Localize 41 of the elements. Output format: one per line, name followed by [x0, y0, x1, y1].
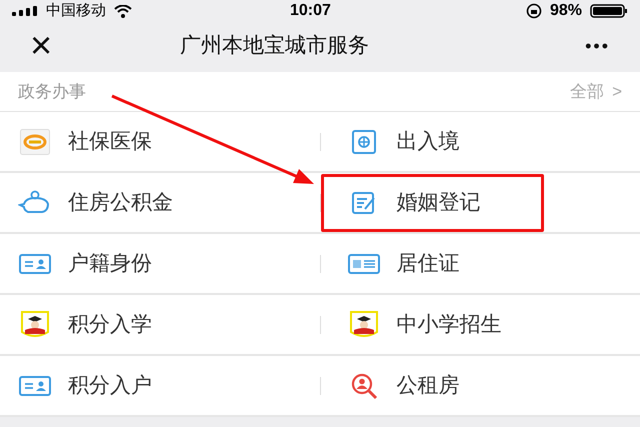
- service-label: 积分入学: [68, 312, 152, 338]
- service-label: 中小学招生: [396, 312, 502, 338]
- service-item[interactable]: 户籍身份: [0, 235, 156, 293]
- page-title: 广州本地宝城市服务: [180, 33, 369, 60]
- coin-logo-icon: [20, 129, 50, 155]
- close-button[interactable]: ×: [30, 27, 52, 65]
- service-item[interactable]: 住房公积金: [0, 174, 177, 232]
- rotation-lock-icon: [526, 3, 542, 19]
- service-item[interactable]: 婚姻登记: [320, 174, 544, 232]
- service-label: 公租房: [396, 373, 460, 400]
- section-title: 政务办事: [18, 80, 86, 103]
- graduate-icon: [348, 310, 378, 340]
- service-label: 社保医保: [68, 129, 152, 156]
- wifi-icon: [114, 4, 132, 18]
- service-label: 积分入户: [68, 373, 152, 400]
- id-card-icon: [19, 253, 51, 275]
- battery-percent: 98%: [550, 1, 582, 21]
- battery-icon: [590, 4, 628, 18]
- service-item[interactable]: 出入境: [320, 113, 464, 171]
- piggy-bank-icon: [18, 190, 52, 216]
- service-item[interactable]: 居住证: [320, 235, 464, 293]
- more-button[interactable]: •••: [585, 32, 610, 60]
- edit-form-icon: [350, 190, 376, 216]
- graduate-icon: [20, 310, 50, 340]
- clock-time: 10:07: [290, 1, 331, 21]
- service-label: 居住证: [396, 251, 460, 278]
- carrier-name: 中国移动: [46, 0, 106, 21]
- person-search-icon: [350, 372, 378, 400]
- signal-icon: [12, 6, 38, 16]
- service-label: 户籍身份: [68, 251, 152, 278]
- service-label: 出入境: [396, 129, 460, 156]
- globe-card-icon: [350, 129, 376, 155]
- service-label: 婚姻登记: [396, 190, 480, 216]
- service-item[interactable]: 公租房: [320, 357, 464, 415]
- id-card-icon: [19, 375, 51, 397]
- service-item[interactable]: 社保医保: [0, 113, 156, 171]
- service-item[interactable]: 积分入户: [0, 357, 156, 415]
- service-label: 住房公积金: [68, 190, 173, 216]
- card-icon: [348, 253, 380, 275]
- service-item[interactable]: 中小学招生: [320, 296, 506, 354]
- service-item[interactable]: 积分入学: [0, 296, 156, 354]
